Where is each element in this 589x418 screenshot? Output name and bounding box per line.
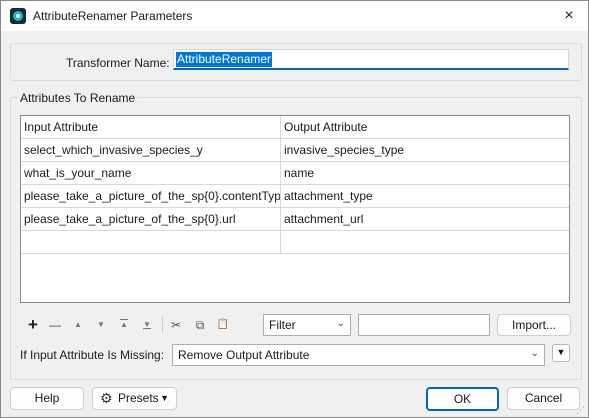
filter-input[interactable] — [358, 314, 490, 336]
input-attribute-cell[interactable]: please_take_a_picture_of_the_sp{0}.conte… — [21, 185, 281, 208]
chevron-down-icon: ⌄ — [530, 348, 539, 359]
triangle-down-icon: ▼ — [556, 347, 566, 357]
output-attribute-cell[interactable]: invasive_species_type — [281, 139, 569, 162]
table-row[interactable]: please_take_a_picture_of_the_sp{0}.conte… — [21, 185, 569, 208]
table-row-empty[interactable] — [21, 231, 569, 254]
move-top-icon[interactable]: ▲ — [115, 317, 133, 333]
dialog-window: AttributeRenamer Parameters × Transforme… — [0, 0, 589, 418]
attributes-group-title: Attributes To Rename — [18, 91, 138, 105]
paste-icon[interactable]: 📋 — [214, 317, 232, 333]
title-bar: AttributeRenamer Parameters × — [1, 1, 588, 31]
output-attribute-cell[interactable] — [281, 231, 569, 254]
column-header-output[interactable]: Output Attribute — [281, 116, 569, 139]
input-attribute-cell[interactable] — [21, 231, 281, 254]
filter-dropdown-value: Filter — [269, 318, 296, 332]
transformer-name-panel: Transformer Name: AttributeRenamer — [10, 43, 582, 81]
input-attribute-cell[interactable]: what_is_your_name — [21, 162, 281, 185]
app-icon — [10, 8, 26, 24]
move-up-icon[interactable]: ▲ — [69, 317, 87, 333]
close-icon[interactable]: × — [556, 4, 582, 28]
chevron-down-icon: ⌄ — [336, 318, 345, 329]
add-icon[interactable]: + — [24, 316, 42, 333]
window-title: AttributeRenamer Parameters — [33, 9, 193, 23]
transformer-name-label: Transformer Name: — [66, 56, 170, 70]
help-button[interactable]: Help — [10, 387, 84, 410]
missing-attribute-value: Remove Output Attribute — [178, 348, 310, 362]
table-row[interactable]: please_take_a_picture_of_the_sp{0}.url a… — [21, 208, 569, 231]
toolbar-divider — [162, 317, 163, 332]
triangle-down-icon: ▼ — [160, 393, 169, 403]
table-row[interactable]: what_is_your_name name — [21, 162, 569, 185]
dropdown-arrow-button[interactable]: ▼ — [552, 344, 570, 362]
cancel-button[interactable]: Cancel — [507, 387, 580, 410]
output-attribute-cell[interactable]: attachment_url — [281, 208, 569, 231]
ok-button[interactable]: OK — [426, 387, 499, 411]
move-bottom-icon[interactable]: ▼ — [138, 317, 156, 333]
move-down-icon[interactable]: ▼ — [92, 317, 110, 333]
missing-attribute-dropdown[interactable]: Remove Output Attribute ⌄ — [172, 344, 545, 366]
import-button[interactable]: Import... — [497, 314, 571, 336]
presets-label: Presets — [118, 391, 159, 405]
input-attribute-cell[interactable]: please_take_a_picture_of_the_sp{0}.url — [21, 208, 281, 231]
input-attribute-cell[interactable]: select_which_invasive_species_y — [21, 139, 281, 162]
transformer-name-value: AttributeRenamer — [176, 52, 273, 67]
table-row[interactable]: select_which_invasive_species_y invasive… — [21, 139, 569, 162]
column-header-input[interactable]: Input Attribute — [21, 116, 281, 139]
attributes-table[interactable]: Input Attribute Output Attribute select_… — [20, 115, 570, 303]
cut-icon[interactable]: ✂ — [167, 317, 185, 333]
filter-dropdown[interactable]: Filter ⌄ — [263, 314, 351, 336]
presets-button[interactable]: ⚙ Presets ▼ — [92, 387, 177, 410]
copy-icon[interactable]: ⧉ — [191, 317, 209, 333]
table-header-row: Input Attribute Output Attribute — [21, 116, 569, 139]
output-attribute-cell[interactable]: attachment_type — [281, 185, 569, 208]
output-attribute-cell[interactable]: name — [281, 162, 569, 185]
transformer-name-input[interactable]: AttributeRenamer — [173, 49, 569, 70]
missing-attribute-label: If Input Attribute Is Missing: — [20, 348, 165, 362]
gear-icon: ⚙ — [100, 390, 113, 406]
remove-icon[interactable]: — — [46, 317, 64, 333]
resize-grip-icon[interactable]: ⋰ — [576, 406, 585, 415]
